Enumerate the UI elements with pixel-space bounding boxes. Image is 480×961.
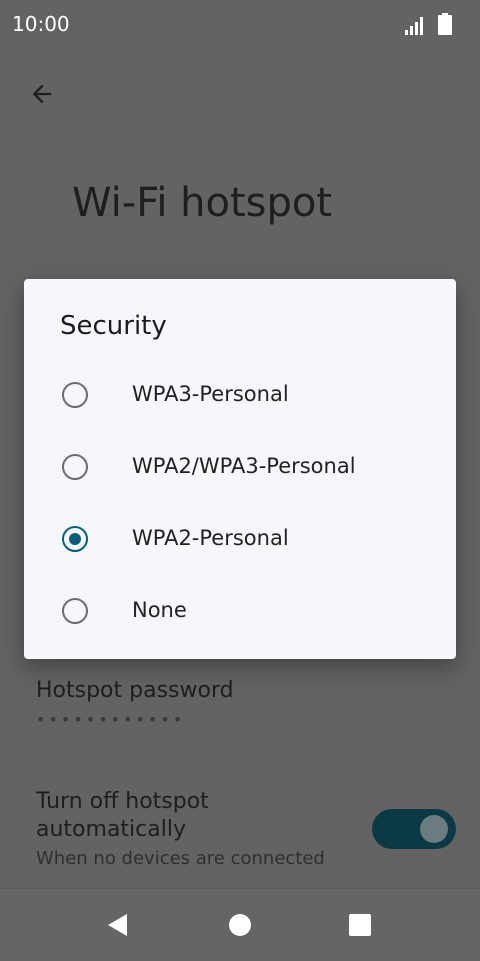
battery-icon [438, 13, 452, 35]
radio-button[interactable] [62, 382, 88, 408]
back-button[interactable] [20, 72, 64, 116]
nav-home-icon [229, 914, 251, 936]
dialog-title: Security [60, 311, 167, 341]
hotspot-password-label[interactable]: Hotspot password [36, 678, 234, 703]
auto-off-subtitle: When no devices are connected [36, 848, 325, 869]
option-label: None [132, 598, 187, 622]
status-bar: 10:00 [0, 0, 480, 50]
security-dialog: Security WPA3-Personal WPA2/WPA3-Persona… [24, 279, 456, 659]
nav-back-icon [108, 914, 127, 936]
nav-back-button[interactable] [82, 889, 154, 961]
nav-recents-button[interactable] [324, 889, 396, 961]
auto-off-title[interactable]: Turn off hotspot automatically [36, 788, 336, 844]
navigation-bar [0, 888, 480, 961]
radio-button[interactable] [62, 598, 88, 624]
radio-button[interactable] [62, 454, 88, 480]
option-none[interactable]: None [24, 576, 456, 648]
option-wpa2-personal[interactable]: WPA2-Personal [24, 504, 456, 576]
page-title: Wi-Fi hotspot [72, 180, 333, 226]
option-label: WPA2-Personal [132, 526, 289, 550]
hotspot-password-value: •••••••••••• [36, 710, 186, 729]
nav-recents-icon [349, 914, 371, 936]
option-wpa2-wpa3-personal[interactable]: WPA2/WPA3-Personal [24, 432, 456, 504]
signal-icon [405, 17, 423, 35]
option-wpa3-personal[interactable]: WPA3-Personal [24, 360, 456, 432]
nav-home-button[interactable] [204, 889, 276, 961]
status-time: 10:00 [12, 12, 70, 36]
option-label: WPA2/WPA3-Personal [132, 454, 356, 478]
option-label: WPA3-Personal [132, 382, 289, 406]
auto-off-toggle[interactable] [372, 809, 456, 849]
arrow-back-icon [32, 84, 52, 104]
toggle-knob [420, 815, 448, 843]
radio-button-selected[interactable] [62, 526, 88, 552]
